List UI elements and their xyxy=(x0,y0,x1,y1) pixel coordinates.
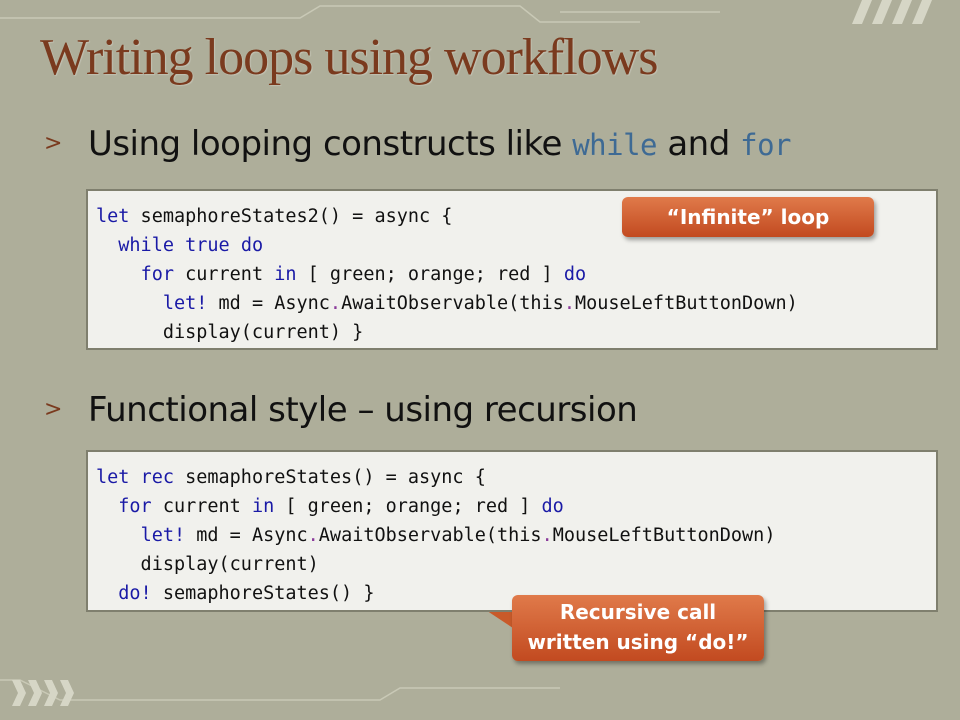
chevrons-icon xyxy=(12,680,74,706)
bullet-looping-constructs: > Using looping constructs like while and… xyxy=(44,124,791,164)
bullet-arrow-icon: > xyxy=(44,131,62,156)
code-block-recursion: let rec semaphoreStates() = async { for … xyxy=(86,450,938,612)
code-line: for current in [ green; orange; red ] do xyxy=(118,496,564,517)
bullet-text-and: and xyxy=(657,124,741,164)
inline-code-while: while xyxy=(572,128,658,162)
bullet-text: Functional style – using recursion xyxy=(87,390,638,430)
slide-title: Writing loops using workflows xyxy=(40,29,658,86)
callout-recursive-call: Recursive call written using “do!” xyxy=(512,595,764,661)
code-line: for current in [ green; orange; red ] do xyxy=(140,264,587,285)
bullet-text: Using looping constructs like xyxy=(87,124,573,164)
bullet-arrow-icon: > xyxy=(44,397,62,422)
callout-infinite-loop: “Infinite” loop xyxy=(622,197,874,237)
background-decoration xyxy=(0,0,932,706)
stripes-icon xyxy=(852,0,932,24)
code-line: let! md = Async.AwaitObservable(this.Mou… xyxy=(162,293,798,314)
callout-line-1: Recursive call xyxy=(559,600,717,624)
inline-code-for: for xyxy=(740,128,791,162)
code-line: let! md = Async.AwaitObservable(this.Mou… xyxy=(140,525,776,546)
code-line: display(current) xyxy=(96,554,319,575)
code-line: display(current) } xyxy=(96,322,364,343)
code-line: let rec semaphoreStates() = async { xyxy=(96,467,486,488)
callout-line-2: written using “do!” xyxy=(527,630,749,654)
bullet-functional-style: > Functional style – using recursion xyxy=(44,390,638,430)
